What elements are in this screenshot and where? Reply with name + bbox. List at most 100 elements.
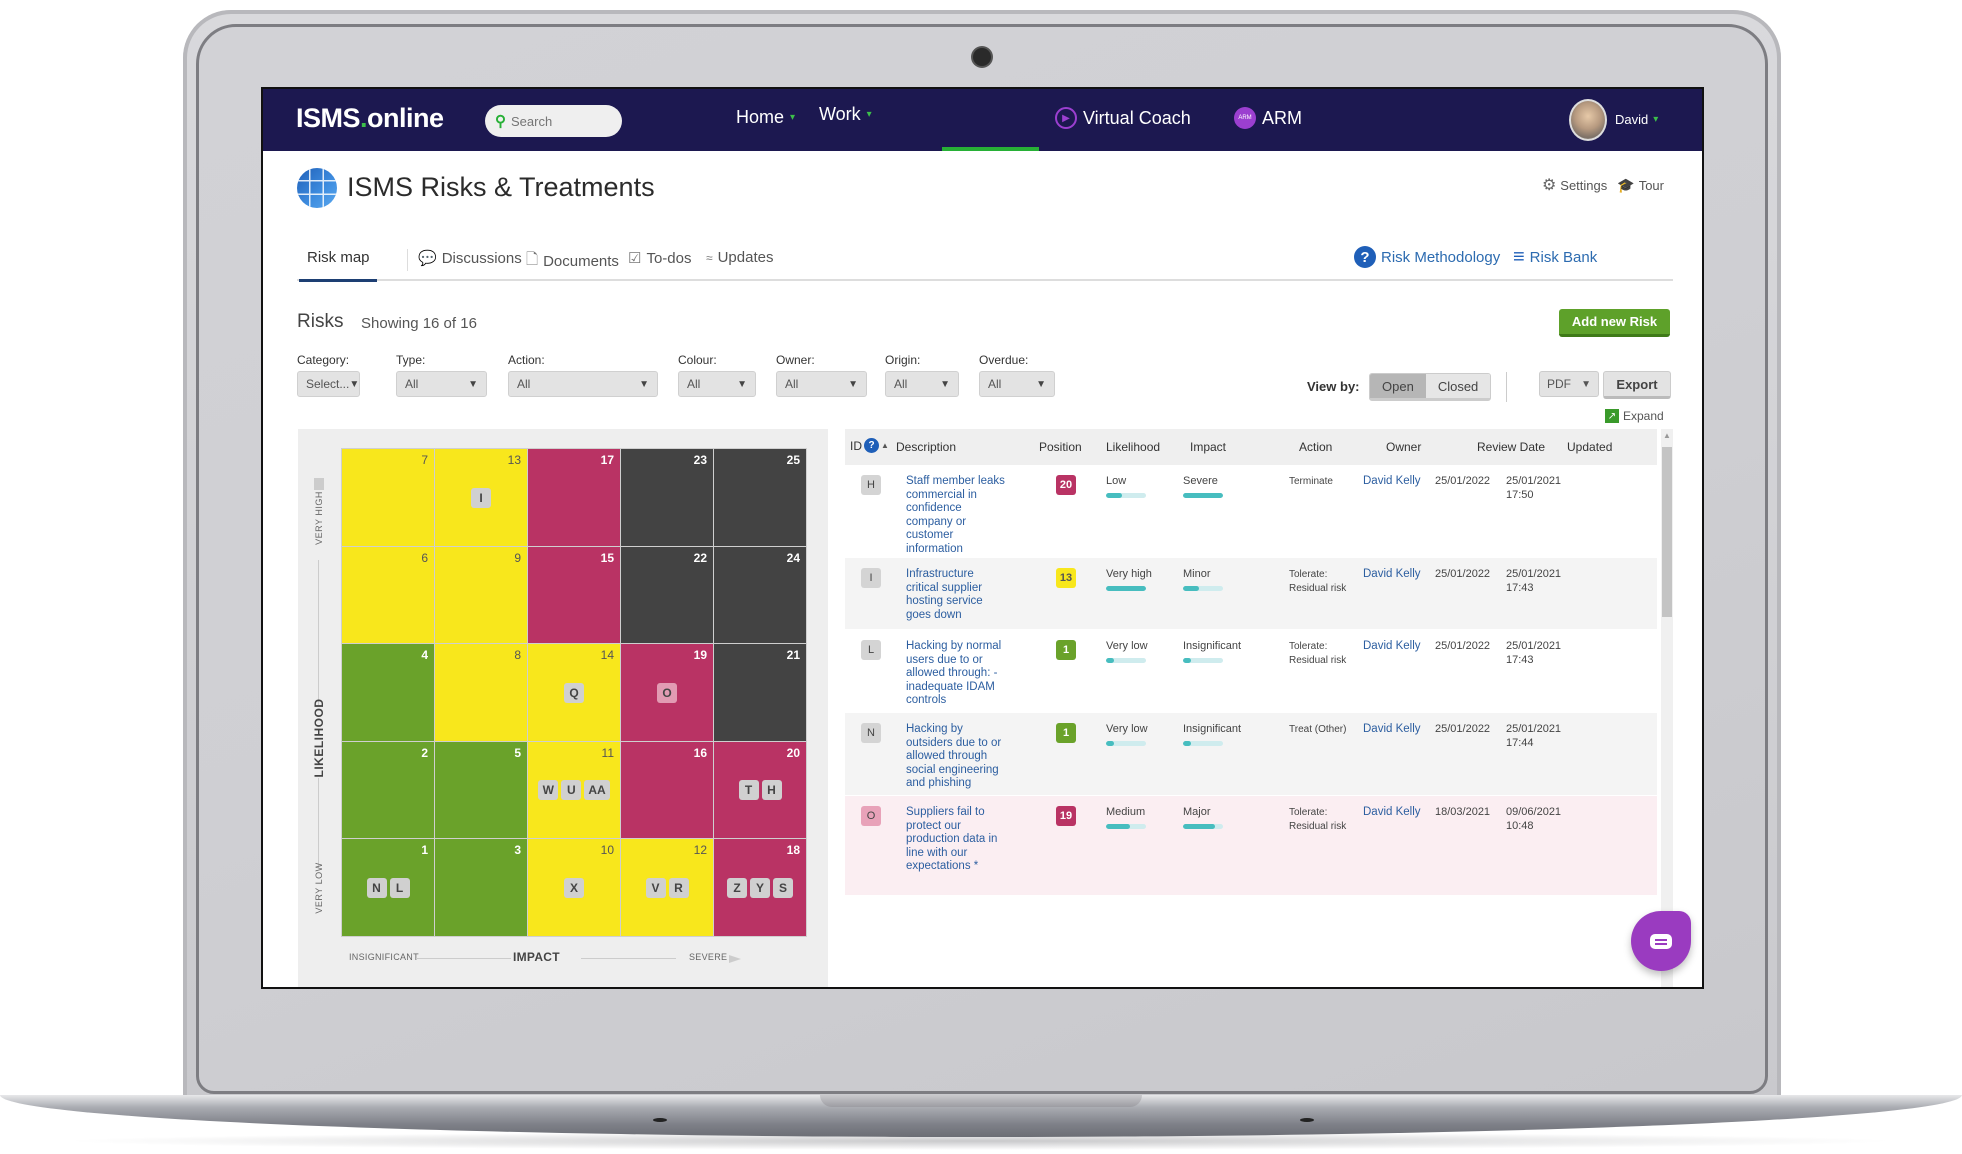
nav-virtual-coach[interactable]: ▶ Virtual Coach (1055, 107, 1191, 129)
risk-chip[interactable]: N (366, 878, 387, 899)
origin-select[interactable]: All ▼ (885, 371, 959, 397)
add-new-risk-button[interactable]: Add new Risk (1559, 309, 1670, 337)
scroll-up-icon[interactable]: ▲ (1663, 431, 1671, 440)
risk-id-badge[interactable]: O (861, 806, 881, 826)
table-row[interactable]: I Infrastructure critical supplier hostin… (845, 558, 1657, 630)
settings-link[interactable]: ⚙ Settings (1542, 175, 1607, 195)
tab-documents[interactable]: 🗋 Documents (526, 249, 619, 274)
owner-link[interactable]: David Kelly (1363, 568, 1421, 582)
help-icon[interactable]: ? (864, 438, 879, 453)
app-logo[interactable]: ISMS.online (296, 103, 444, 134)
risk-description-link[interactable]: Hacking by normal users due to or allowe… (906, 640, 1006, 708)
action-select[interactable]: All ▼ (508, 371, 658, 397)
view-open-button[interactable]: Open (1370, 374, 1426, 398)
matrix-cell[interactable]: 15 (528, 546, 620, 644)
matrix-cell[interactable]: 13 I (435, 449, 527, 546)
matrix-cell[interactable]: 19 O (621, 644, 713, 741)
risk-id-badge[interactable]: I (861, 568, 881, 588)
matrix-cell[interactable]: 23 (621, 449, 713, 546)
risk-chip[interactable]: R (668, 878, 689, 899)
owner-link[interactable]: David Kelly (1363, 475, 1421, 489)
tab-risk-map[interactable]: Risk map (307, 249, 370, 266)
risk-description-link[interactable]: Staff member leaks commercial in confide… (906, 475, 1006, 556)
column-action[interactable]: Action (1299, 440, 1332, 454)
risk-chip[interactable]: W (538, 780, 559, 801)
risk-description-link[interactable]: Suppliers fail to protect our production… (906, 806, 1006, 874)
nav-home[interactable]: Home ▾ (736, 107, 795, 128)
matrix-cell[interactable]: 20 T H (714, 741, 806, 839)
matrix-cell[interactable]: 11 W U AA (528, 741, 620, 839)
risk-chip[interactable]: H (761, 780, 782, 801)
tab-updates[interactable]: ≈ Updates (706, 249, 773, 266)
chat-widget-button[interactable] (1631, 911, 1691, 971)
nav-work[interactable]: Work ▾ (819, 104, 872, 125)
table-row[interactable]: L Hacking by normal users due to or allow… (845, 630, 1657, 713)
expand-link[interactable]: ↗ Expand (1605, 409, 1664, 423)
risk-id-badge[interactable]: N (861, 723, 881, 743)
column-owner[interactable]: Owner (1386, 440, 1421, 454)
matrix-cell[interactable]: 3 (435, 839, 527, 936)
nav-arm[interactable]: ARM ARM (1234, 107, 1302, 129)
matrix-cell[interactable]: 16 (621, 741, 713, 839)
matrix-cell[interactable]: 8 (435, 644, 527, 741)
matrix-cell[interactable]: 4 (342, 644, 434, 741)
matrix-cell[interactable]: 24 (714, 546, 806, 644)
tab-todos[interactable]: ☑ To-dos (628, 249, 691, 268)
matrix-cell[interactable]: 5 (435, 741, 527, 839)
risk-chip[interactable]: Z (727, 878, 747, 899)
column-position[interactable]: Position (1039, 440, 1082, 454)
column-description[interactable]: Description (896, 440, 956, 454)
risk-chip[interactable]: U (561, 780, 582, 801)
risk-description-link[interactable]: Infrastructure critical supplier hosting… (906, 568, 1006, 622)
type-select[interactable]: All ▼ (396, 371, 487, 397)
risk-chip[interactable]: T (738, 780, 759, 801)
view-closed-button[interactable]: Closed (1425, 374, 1491, 398)
risk-chip[interactable]: I (471, 487, 491, 508)
risk-chip[interactable]: V (645, 878, 666, 899)
matrix-cell[interactable]: 22 (621, 546, 713, 644)
matrix-cell[interactable]: 25 (714, 449, 806, 546)
export-button[interactable]: Export (1603, 371, 1671, 399)
tour-link[interactable]: 🎓 Tour (1617, 175, 1664, 195)
column-id[interactable]: ID? ▲ (850, 438, 889, 453)
matrix-cell[interactable]: 14 Q (528, 644, 620, 741)
tab-risk-bank[interactable]: ≡ Risk Bank (1513, 246, 1597, 269)
table-scrollbar[interactable]: ▲ (1661, 429, 1673, 987)
search-box[interactable]: ⚲ (485, 105, 622, 137)
risk-chip[interactable]: S (773, 878, 793, 899)
risk-id-badge[interactable]: H (861, 475, 881, 495)
owner-select[interactable]: All ▼ (776, 371, 867, 397)
matrix-cell[interactable]: 12 V R (621, 839, 713, 936)
matrix-cell[interactable]: 21 (714, 644, 806, 741)
risk-chip[interactable]: X (564, 878, 584, 899)
column-review-date[interactable]: Review Date (1477, 440, 1545, 454)
matrix-cell[interactable]: 6 (342, 546, 434, 644)
export-format-select[interactable]: PDF ▼ (1539, 371, 1599, 397)
matrix-cell[interactable]: 1 NL (342, 839, 434, 936)
scrollbar-thumb[interactable] (1662, 447, 1672, 617)
category-select[interactable]: Select... ▼ (297, 371, 360, 397)
risk-chip[interactable]: Y (750, 878, 770, 899)
tab-discussions[interactable]: 💬 Discussions (418, 249, 522, 268)
risk-chip[interactable]: L (389, 878, 410, 899)
table-row[interactable]: H Staff member leaks commercial in confid… (845, 465, 1657, 558)
owner-link[interactable]: David Kelly (1363, 723, 1421, 737)
table-row[interactable]: N Hacking by outsiders due to or allowed … (845, 713, 1657, 796)
table-row[interactable]: O Suppliers fail to protect our productio… (845, 796, 1657, 896)
owner-link[interactable]: David Kelly (1363, 640, 1421, 654)
user-menu[interactable]: David ▾ (1615, 112, 1658, 127)
search-input[interactable] (511, 113, 611, 129)
matrix-cell[interactable]: 9 (435, 546, 527, 644)
overdue-select[interactable]: All ▼ (979, 371, 1055, 397)
risk-description-link[interactable]: Hacking by outsiders due to or allowed t… (906, 723, 1006, 791)
matrix-cell[interactable]: 10 X (528, 839, 620, 936)
tab-risk-methodology[interactable]: ? Risk Methodology (1354, 246, 1500, 268)
column-likelihood[interactable]: Likelihood (1106, 440, 1160, 454)
risk-chip[interactable]: Q (564, 682, 584, 703)
matrix-cell[interactable]: 2 (342, 741, 434, 839)
user-avatar[interactable] (1569, 99, 1607, 141)
risk-id-badge[interactable]: L (861, 640, 881, 660)
column-impact[interactable]: Impact (1190, 440, 1226, 454)
colour-select[interactable]: All ▼ (678, 371, 756, 397)
column-updated[interactable]: Updated (1567, 440, 1612, 454)
